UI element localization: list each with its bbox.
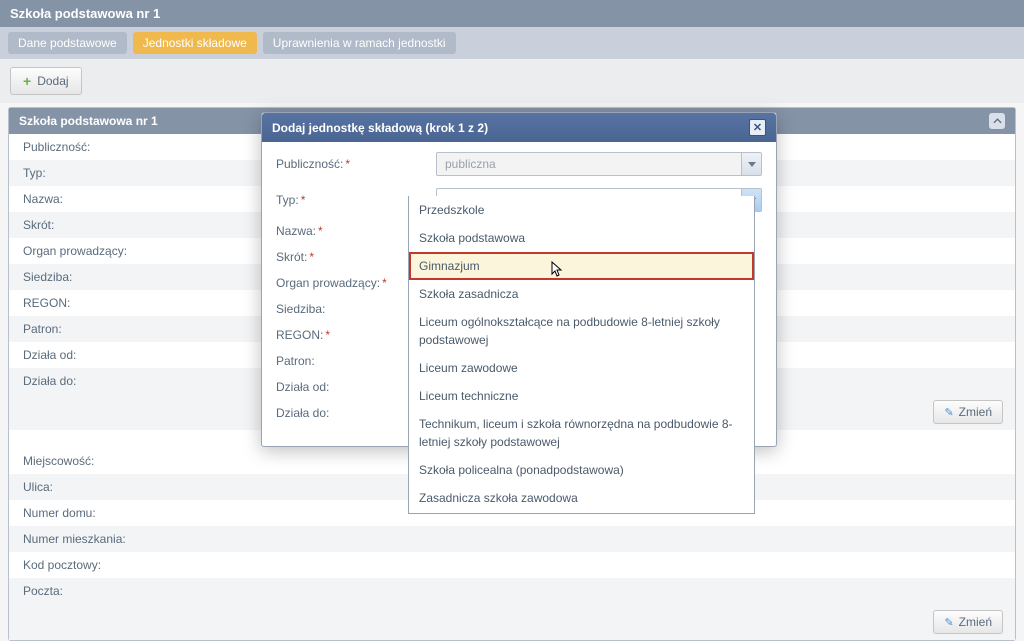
change-button[interactable]: ✎ Zmień [933,400,1003,424]
dropdown-option[interactable]: Przedszkole [409,196,754,224]
dropdown-option[interactable]: Liceum ogólnokształcące na podbudowie 8-… [409,308,754,354]
label-text: Działa do: [276,406,329,420]
change-label: Zmień [959,405,992,419]
form-label: Publiczność:* [276,157,436,171]
change-button[interactable]: ✎ Zmień [933,610,1003,634]
field-label: Kod pocztowy: [9,552,1015,578]
select-value: publiczna [437,153,761,175]
field-label: Numer mieszkania: [9,526,1015,552]
main-header: Szkoła podstawowa nr 1 [0,0,1024,27]
label-text: Typ: [276,193,299,207]
pencil-icon: ✎ [944,616,953,629]
dropdown-option[interactable]: Szkoła zasadnicza [409,280,754,308]
tabs-bar: Dane podstawowe Jednostki składowe Upraw… [0,27,1024,59]
toolbar: + Dodaj [0,59,1024,103]
dropdown-option[interactable]: Liceum zawodowe [409,354,754,382]
chevron-down-icon [748,162,756,167]
action-bar-2: ✎ Zmień [9,604,1015,640]
plus-icon: + [23,73,31,89]
pencil-icon: ✎ [944,406,953,419]
label-text: Siedziba: [276,302,325,316]
required-mark: * [301,193,306,207]
modal-close-button[interactable]: ✕ [749,119,766,136]
label-text: Działa od: [276,380,329,394]
add-button[interactable]: + Dodaj [10,67,82,95]
dropdown-option[interactable]: Zasadnicza szkoła zawodowa [409,484,754,512]
publicznosc-select[interactable]: publiczna [436,152,762,176]
dropdown-trigger[interactable] [741,153,761,175]
tab-dane-podstawowe[interactable]: Dane podstawowe [8,32,127,54]
required-mark: * [309,250,314,264]
change-label: Zmień [959,615,992,629]
add-button-label: Dodaj [37,74,68,88]
collapse-button[interactable] [989,113,1005,129]
label-text: Patron: [276,354,315,368]
label-text: Nazwa: [276,224,316,238]
close-icon: ✕ [753,121,762,134]
label-text: Skrót: [276,250,307,264]
chevron-up-icon [993,118,1002,124]
dropdown-option[interactable]: Szkoła policealna (ponadpodstawowa) [409,456,754,484]
required-mark: * [318,224,323,238]
dropdown-option[interactable]: Szkoła podstawowa [409,224,754,252]
panel-title: Szkoła podstawowa nr 1 [19,114,158,128]
field-label: Poczta: [9,578,1015,604]
modal-header: Dodaj jednostkę składową (krok 1 z 2) ✕ [262,113,776,142]
required-mark: * [382,276,387,290]
dropdown-option-highlighted[interactable]: Gimnazjum [409,252,754,280]
label-text: REGON: [276,328,323,342]
dropdown-option[interactable]: Liceum techniczne [409,382,754,410]
main-title: Szkoła podstawowa nr 1 [10,6,160,21]
label-text: Publiczność: [276,157,343,171]
form-row-publicznosc: Publiczność:* publiczna [276,152,762,176]
label-text: Organ prowadzący: [276,276,380,290]
required-mark: * [345,157,350,171]
modal-title: Dodaj jednostkę składową (krok 1 z 2) [272,121,488,135]
tab-jednostki-skladowe[interactable]: Jednostki składowe [133,32,257,54]
tab-uprawnienia[interactable]: Uprawnienia w ramach jednostki [263,32,456,54]
dropdown-option[interactable]: Liceum ogólnokształcące [409,512,754,514]
dropdown-option[interactable]: Technikum, liceum i szkoła równorzędna n… [409,410,754,456]
typ-dropdown-list[interactable]: Przedszkole Szkoła podstawowa Gimnazjum … [408,196,755,514]
required-mark: * [325,328,330,342]
